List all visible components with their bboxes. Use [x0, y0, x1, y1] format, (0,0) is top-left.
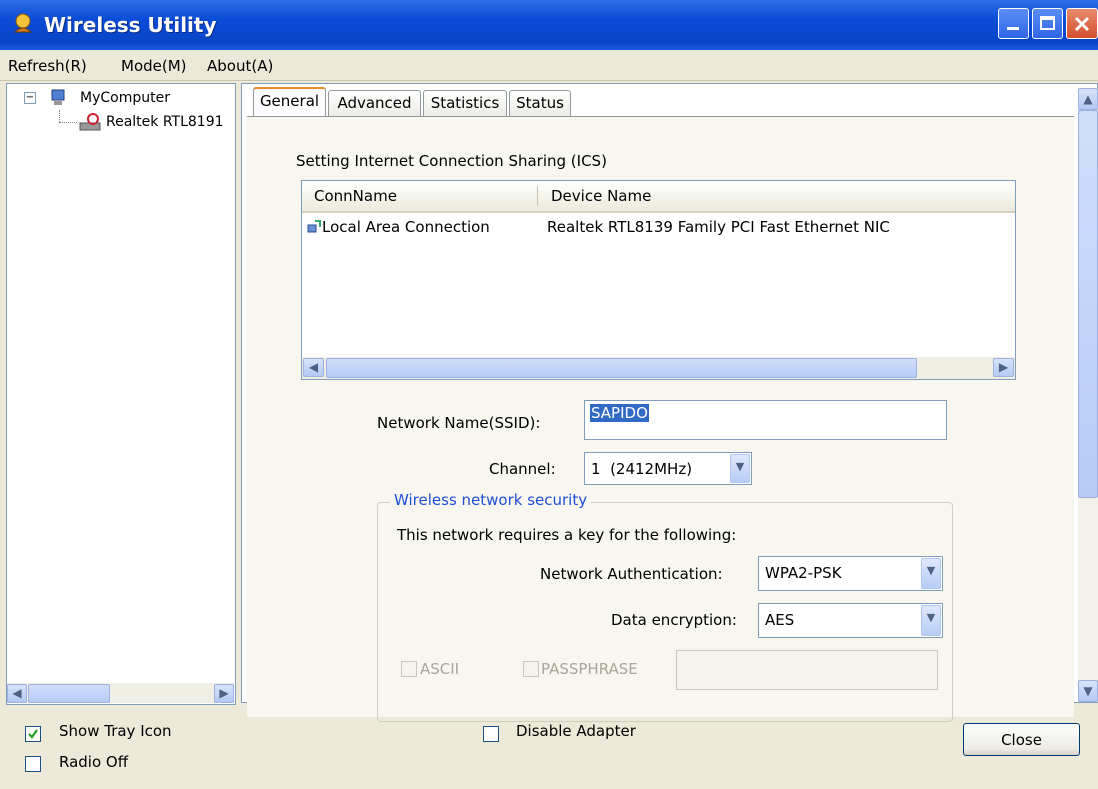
column-header-device-name[interactable]: Device Name: [551, 187, 651, 205]
ssid-input[interactable]: SAPIDO: [584, 400, 947, 440]
tab-statistics[interactable]: Statistics: [423, 90, 507, 116]
ascii-checkbox[interactable]: [401, 661, 417, 677]
scroll-up-icon[interactable]: ▲: [1078, 88, 1098, 110]
disable-adapter-label: Disable Adapter: [516, 722, 636, 740]
tree-connector: [59, 122, 77, 124]
wireless-adapter-icon: [79, 113, 101, 131]
ascii-label: ASCII: [420, 660, 460, 678]
tree-connector: [59, 110, 61, 122]
network-authentication-label: Network Authentication:: [540, 565, 723, 583]
network-authentication-value: WPA2-PSK: [765, 564, 842, 582]
maximize-icon: [1040, 16, 1055, 30]
network-connection-icon: [307, 220, 321, 233]
scroll-down-icon[interactable]: ▼: [1078, 680, 1098, 702]
passphrase-label: PASSPHRASE: [541, 660, 638, 678]
chevron-down-icon[interactable]: ▼: [921, 558, 941, 589]
minimize-icon: [1007, 27, 1019, 30]
tab-status[interactable]: Status: [509, 90, 571, 116]
chevron-down-icon[interactable]: ▼: [730, 454, 750, 483]
wireless-utility-app-icon: [13, 13, 33, 33]
show-tray-icon-checkbox[interactable]: [25, 726, 41, 742]
window-close-button[interactable]: [1066, 8, 1098, 39]
tree-collapse-toggle[interactable]: −: [24, 92, 36, 104]
data-encryption-label: Data encryption:: [611, 611, 737, 629]
scroll-right-icon[interactable]: ▶: [993, 358, 1014, 377]
vertical-scroll-thumb[interactable]: [1078, 110, 1098, 498]
column-header-connname[interactable]: ConnName: [314, 187, 397, 205]
ics-section-label: Setting Internet Connection Sharing (ICS…: [296, 152, 607, 170]
passphrase-checkbox[interactable]: [523, 661, 539, 677]
ssid-label: Network Name(SSID):: [377, 414, 541, 432]
list-scroll-thumb[interactable]: [326, 358, 917, 378]
minimize-button[interactable]: [998, 8, 1029, 39]
channel-value: 1 (2412MHz): [591, 460, 693, 478]
close-icon: [1074, 16, 1090, 32]
tab-advanced[interactable]: Advanced: [328, 90, 421, 116]
scroll-thumb[interactable]: [28, 684, 110, 703]
close-button[interactable]: Close: [963, 723, 1080, 756]
menu-refresh[interactable]: Refresh(R): [8, 57, 87, 75]
security-group-legend: Wireless network security: [390, 491, 592, 509]
window-title: Wireless Utility: [44, 13, 217, 37]
data-encryption-select[interactable]: AES ▼: [758, 603, 943, 638]
chevron-down-icon[interactable]: ▼: [921, 605, 941, 636]
channel-label: Channel:: [489, 460, 556, 478]
menu-about[interactable]: About(A): [207, 57, 273, 75]
column-divider[interactable]: [537, 186, 538, 206]
scroll-right-icon[interactable]: ▶: [214, 684, 234, 703]
disable-adapter-checkbox[interactable]: [483, 726, 499, 742]
tree-item-realtek-adapter[interactable]: Realtek RTL8191: [106, 114, 233, 130]
computer-icon: [51, 89, 65, 105]
show-tray-icon-label: Show Tray Icon: [59, 722, 172, 740]
data-encryption-value: AES: [765, 611, 795, 629]
device-tree-panel: [6, 83, 236, 705]
key-input[interactable]: [676, 650, 938, 690]
checkmark-icon: [28, 729, 38, 739]
tree-item-mycomputer[interactable]: MyComputer: [80, 90, 170, 106]
maximize-button[interactable]: [1032, 8, 1063, 39]
menu-mode[interactable]: Mode(M): [121, 57, 187, 75]
radio-off-label: Radio Off: [59, 753, 129, 771]
scroll-left-icon[interactable]: ◀: [303, 358, 324, 377]
security-requires-text: This network requires a key for the foll…: [397, 526, 737, 544]
ics-list-header: [302, 181, 1015, 213]
channel-select[interactable]: 1 (2412MHz) ▼: [584, 452, 752, 485]
network-authentication-select[interactable]: WPA2-PSK ▼: [758, 556, 943, 591]
ics-row-device-name[interactable]: Realtek RTL8139 Family PCI Fast Ethernet…: [547, 218, 890, 236]
radio-off-checkbox[interactable]: [25, 756, 41, 772]
ssid-value: SAPIDO: [590, 404, 649, 422]
scroll-left-icon[interactable]: ◀: [7, 684, 27, 703]
tab-general[interactable]: General: [253, 87, 326, 116]
ics-row-connname[interactable]: Local Area Connection: [322, 218, 490, 236]
